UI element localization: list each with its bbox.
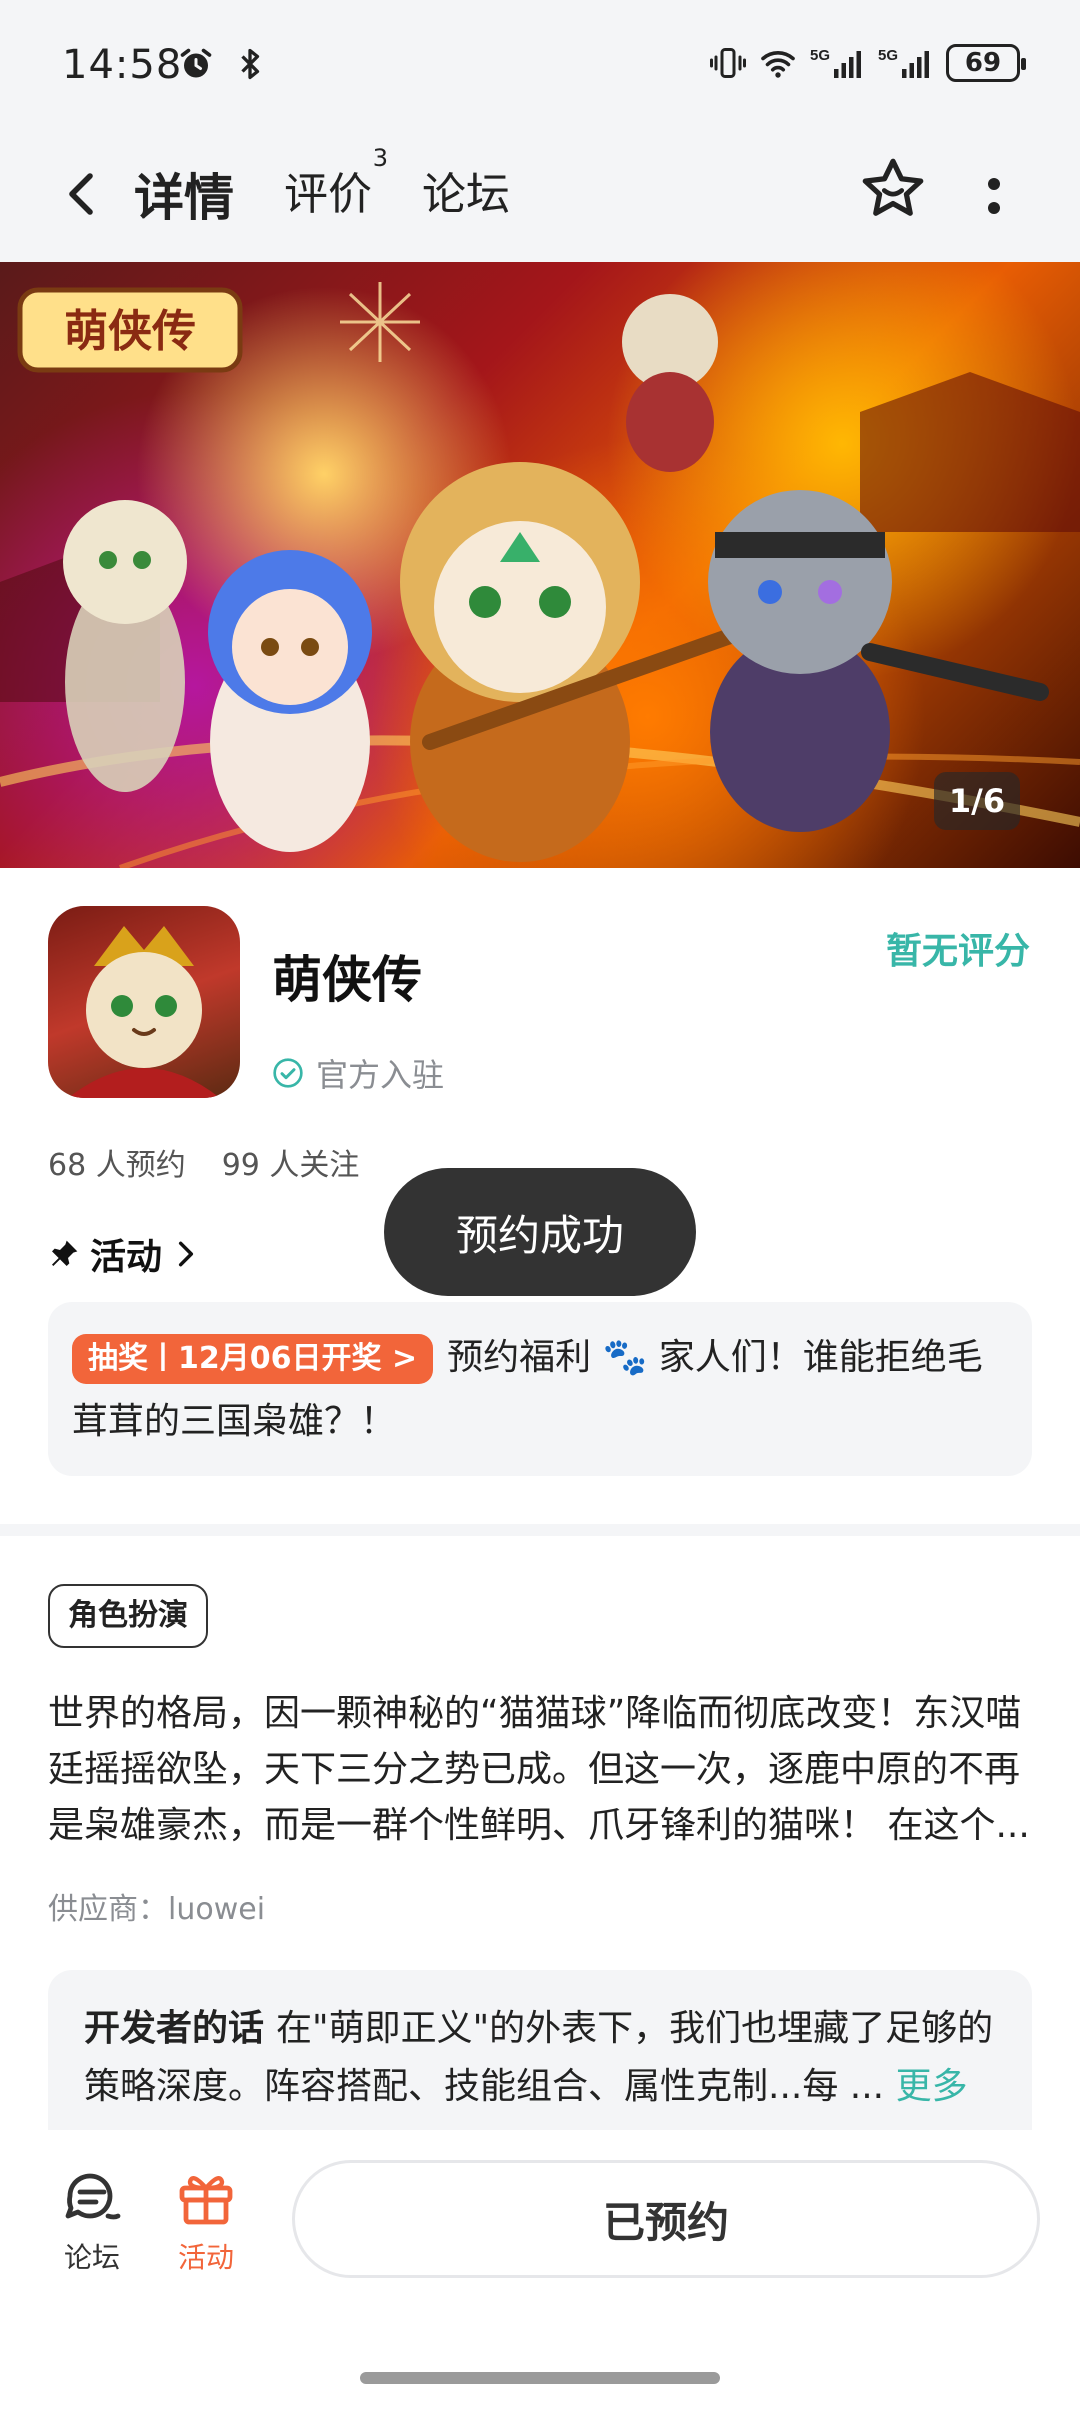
- developer-notes-title: 开发者的话: [84, 2008, 265, 2049]
- forum-chat-icon: [65, 2173, 121, 2220]
- bottom-activity-button[interactable]: 活动: [156, 2166, 256, 2276]
- banner-illustration: 萌侠传: [0, 282, 1080, 868]
- supplier-text: 供应商：luowei: [48, 1892, 266, 1927]
- verified-check-icon: [273, 1058, 303, 1088]
- official-label: 官方入驻: [316, 1056, 445, 1094]
- tab-detail[interactable]: 详情: [130, 158, 238, 234]
- activity-card[interactable]: 抽奖丨12月06日开奖 > 预约福利 🐾 家人们！谁能拒绝毛茸茸的三国枭雄？！: [48, 1302, 1032, 1476]
- app-name: 萌侠传: [272, 951, 422, 1009]
- app-stats: 68 人预约 99 人关注: [48, 1140, 359, 1184]
- activity-heading: 活动: [90, 1237, 163, 1278]
- home-indicator[interactable]: [360, 2372, 720, 2384]
- tab-review-label: 评价: [284, 169, 372, 220]
- vibrate-icon: [710, 48, 746, 78]
- reserved-button[interactable]: 已预约: [292, 2160, 1040, 2278]
- official-badge: 官方入驻: [272, 1050, 444, 1096]
- wifi-icon: [761, 51, 795, 78]
- pin-icon: [52, 1240, 78, 1266]
- game-description[interactable]: 世界的格局，因一颗神秘的“猫猫球”降临而彻底改变！东汉喵廷摇摇欲坠，天下三分之势…: [48, 1686, 1032, 1854]
- lottery-tag[interactable]: 抽奖丨12月06日开奖 >: [72, 1334, 434, 1384]
- tab-forum-label: 论坛: [422, 169, 510, 220]
- follower-count: 99 人关注: [221, 1148, 360, 1183]
- signal-5g-icon: 5G: [878, 47, 929, 78]
- tab-detail-label: 详情: [134, 169, 234, 227]
- activity-section-header[interactable]: 活动: [48, 1228, 200, 1280]
- developer-notes-card[interactable]: 开发者的话 在"萌即正义"的外表下，我们也埋藏了足够的策略深度。阵容搭配、技能组合…: [48, 1970, 1032, 2130]
- back-arrow-icon: [69, 173, 93, 215]
- status-time: 14:58: [62, 42, 183, 88]
- tab-forum[interactable]: 论坛: [422, 158, 510, 222]
- back-button[interactable]: [52, 164, 112, 224]
- banner-logo-text: 萌侠传: [64, 306, 196, 357]
- status-bar: 14:58 5G 5G 69: [0, 0, 1080, 130]
- bottom-forum-button[interactable]: 论坛: [42, 2166, 142, 2276]
- svg-text:5G: 5G: [878, 47, 898, 64]
- reservation-success-toast: 预约成功: [384, 1168, 696, 1296]
- bottom-activity-label: 活动: [177, 2241, 234, 2274]
- favorite-star-icon[interactable]: [858, 154, 928, 224]
- section-divider: [0, 1524, 1080, 1536]
- gift-icon: [179, 2175, 233, 2225]
- bluetooth-icon: [241, 48, 260, 80]
- top-nav: 详情 评价 3 论坛: [0, 130, 1080, 262]
- banner-carousel[interactable]: 萌侠传 1/6: [0, 262, 1080, 868]
- chevron-right-icon: [178, 1241, 194, 1267]
- alarm-icon: [180, 48, 212, 78]
- genre-tag[interactable]: 角色扮演: [48, 1584, 208, 1648]
- more-link[interactable]: 更多: [896, 2066, 968, 2107]
- app-icon: [48, 906, 240, 1098]
- tab-review[interactable]: 评价 3: [284, 144, 388, 222]
- bottom-forum-label: 论坛: [63, 2241, 120, 2274]
- reservation-count: 68 人预约: [48, 1148, 186, 1183]
- battery-indicator: 69: [946, 44, 1026, 82]
- signal-5g-icon: 5G: [810, 47, 861, 78]
- review-count-badge: 3: [372, 144, 388, 172]
- rating-text: 暂无评分: [885, 931, 1030, 972]
- more-options-icon[interactable]: [974, 166, 1014, 226]
- banner-page-indicator: 1/6: [934, 772, 1020, 830]
- svg-text:5G: 5G: [810, 47, 830, 64]
